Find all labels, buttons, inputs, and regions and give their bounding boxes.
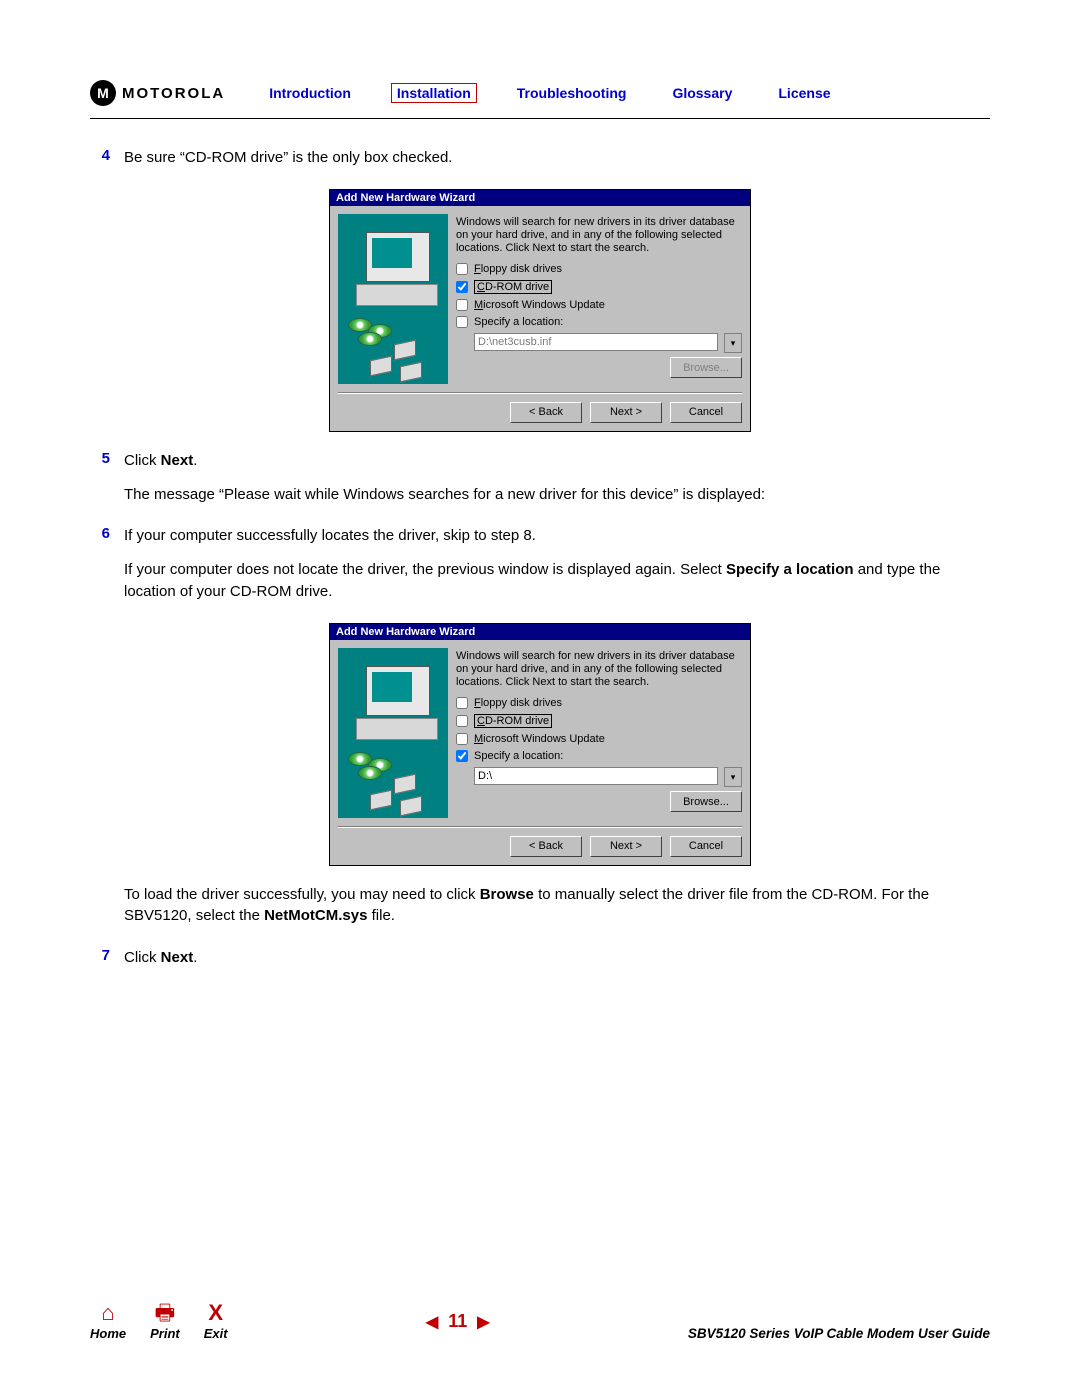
step-5: 5 Click Next. The message “Please wait w… [90,450,990,518]
step-text: Be sure “CD-ROM drive” is the only box c… [124,147,990,181]
label-windows-update: Microsoft Windows Update [474,733,605,745]
checkbox-floppy[interactable] [456,697,468,709]
step-7-line1: Click Next. [124,947,990,969]
location-input[interactable] [474,767,718,785]
motorola-m-icon: M [90,80,116,106]
step-number: 5 [90,450,110,518]
dropdown-icon[interactable]: ▾ [724,767,742,787]
nav-installation[interactable]: Installation [391,83,477,103]
label-cdrom: CD-ROM drive [474,714,552,728]
guide-title: SBV5120 Series VoIP Cable Modem User Gui… [688,1326,990,1341]
dialog-intro-text: Windows will search for new drivers in i… [456,650,742,690]
dialog-titlebar: Add New Hardware Wizard [330,190,750,206]
prev-page-icon[interactable]: ◀ [426,1312,438,1332]
home-icon: ⌂ [101,1302,114,1324]
page-header: M MOTOROLA Introduction Installation Tro… [90,80,990,106]
pager: ◀ 11 ▶ [426,1311,490,1332]
dialog-titlebar: Add New Hardware Wizard [330,624,750,640]
dropdown-icon: ▾ [724,333,742,353]
footer-print[interactable]: 🖶 Print [150,1302,180,1341]
label-cdrom: CD-ROM drive [474,280,552,294]
step-6-line2: If your computer does not locate the dri… [124,559,990,603]
footer-home-label: Home [90,1326,126,1341]
nav-license[interactable]: License [772,83,836,103]
step-number: 4 [90,147,110,181]
back-button[interactable]: < Back [510,836,582,857]
step-number: 7 [90,947,110,981]
browse-button-disabled: Browse... [670,357,742,378]
step-5-line2: The message “Please wait while Windows s… [124,484,990,506]
brand-name: MOTOROLA [122,85,225,102]
checkbox-specify-location[interactable] [456,316,468,328]
screenshot-dialog-2: Add New Hardware Wizard Windows will sea… [90,623,990,866]
checkbox-cdrom[interactable] [456,715,468,727]
back-button[interactable]: < Back [510,402,582,423]
next-page-icon[interactable]: ▶ [477,1312,489,1332]
cancel-button[interactable]: Cancel [670,836,742,857]
step-number: 6 [90,525,110,614]
nav-introduction[interactable]: Introduction [263,83,357,103]
top-nav: Introduction Installation Troubleshootin… [263,83,836,103]
dialog-sidebar-art [338,214,448,384]
step-5-line1: Click Next. [124,450,990,472]
label-windows-update: Microsoft Windows Update [474,299,605,311]
step-6-continued: To load the driver successfully, you may… [90,884,990,940]
cancel-button[interactable]: Cancel [670,402,742,423]
print-icon: 🖶 [155,1302,176,1324]
dialog-intro-text: Windows will search for new drivers in i… [456,216,742,256]
step-4: 4 Be sure “CD-ROM drive” is the only box… [90,147,990,181]
step-4-text: Be sure “CD-ROM drive” is the only box c… [124,147,990,169]
screenshot-dialog-1: Add New Hardware Wizard Windows will sea… [90,189,990,432]
footer-print-label: Print [150,1326,180,1341]
checkbox-windows-update[interactable] [456,733,468,745]
location-input-disabled [474,333,718,351]
checkbox-floppy[interactable] [456,263,468,275]
exit-icon: X [208,1302,223,1324]
dialog-sidebar-art [338,648,448,818]
checkbox-specify-location[interactable] [456,750,468,762]
label-floppy: Floppy disk drives [474,263,562,275]
step-6: 6 If your computer successfully locates … [90,525,990,614]
nav-troubleshooting[interactable]: Troubleshooting [511,83,633,103]
next-button[interactable]: Next > [590,402,662,423]
label-specify-location: Specify a location: [474,750,563,762]
footer-exit[interactable]: X Exit [204,1302,228,1341]
footer-exit-label: Exit [204,1326,228,1341]
label-specify-location: Specify a location: [474,316,563,328]
checkbox-windows-update[interactable] [456,299,468,311]
label-floppy: Floppy disk drives [474,697,562,709]
step-6-line3: To load the driver successfully, you may… [124,884,990,928]
step-7: 7 Click Next. [90,947,990,981]
page-number: 11 [448,1311,467,1332]
brand-logo: M MOTOROLA [90,80,225,106]
footer-home[interactable]: ⌂ Home [90,1302,126,1341]
checkbox-cdrom[interactable] [456,281,468,293]
header-divider [90,118,990,119]
step-6-line1: If your computer successfully locates th… [124,525,990,547]
browse-button[interactable]: Browse... [670,791,742,812]
nav-glossary[interactable]: Glossary [666,83,738,103]
page-footer: ⌂ Home 🖶 Print X Exit ◀ 11 ▶ SBV5120 Ser… [90,1302,990,1341]
next-button[interactable]: Next > [590,836,662,857]
